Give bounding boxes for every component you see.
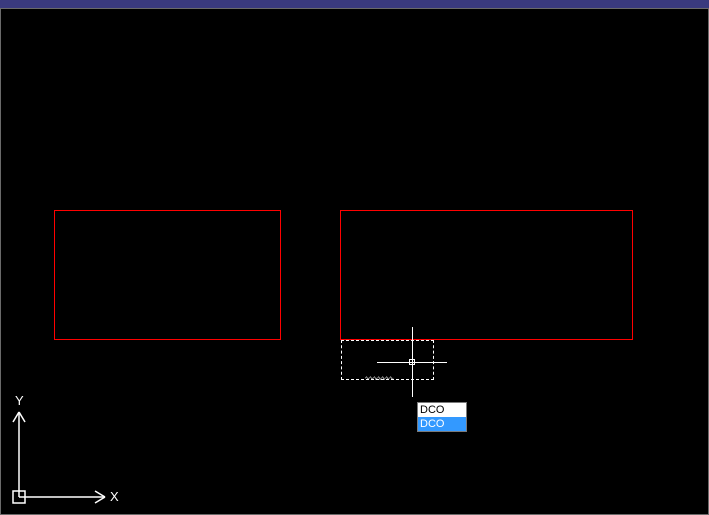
autocomplete-item[interactable]: DCO (418, 403, 466, 417)
ucs-x-label: X (110, 489, 119, 504)
autocomplete-item[interactable]: DCO (418, 417, 466, 431)
drawing-rectangle-right[interactable] (340, 210, 633, 340)
crosshair-pickbox (409, 359, 415, 365)
ucs-icon: X Y (10, 387, 130, 507)
selection-marquee: ∿∿∿∿∿∿∿ (341, 340, 434, 380)
command-autocomplete[interactable]: DCODCO (417, 402, 467, 432)
marquee-edge-jag: ∿∿∿∿∿∿∿ (365, 375, 393, 382)
drawing-rectangle-left[interactable] (54, 210, 281, 340)
ucs-y-label: Y (15, 393, 24, 408)
drawing-canvas[interactable]: ∿∿∿∿∿∿∿ DCODCO X Y (2, 10, 707, 513)
